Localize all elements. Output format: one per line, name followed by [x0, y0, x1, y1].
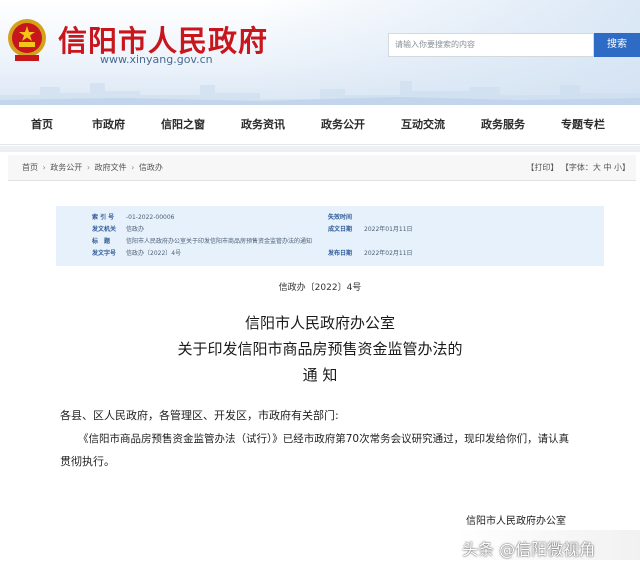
meta-issuer-value: 信政办 — [126, 226, 145, 233]
nav-item-interaction[interactable]: 互动交流 — [401, 105, 445, 145]
document-title-line1: 信阳市人民政府办公室 — [244, 314, 395, 332]
meta-published-value: 2022年02月11日 — [364, 250, 413, 257]
meta-row: 索 引 号 -01-2022-00006 失效时间 — [56, 212, 604, 224]
meta-row: 标 题 信阳市人民政府办公室关于印发信阳市商品房预售资金监管办法的通知 — [56, 236, 604, 248]
document-signature: 信阳市人民政府办公室 — [466, 516, 566, 527]
breadcrumb-government-files[interactable]: 政府文件 — [95, 163, 127, 172]
document-title-line3: 通 知 — [302, 366, 338, 384]
document-meta-table: 索 引 号 -01-2022-00006 失效时间 发文机关 信政办 成文日期 … — [56, 206, 604, 266]
meta-expire-label: 失效时间 — [328, 214, 353, 221]
meta-index-label: 索 引 号 — [92, 214, 115, 221]
breadcrumb: 首页 › 政务公开 › 政府文件 › 信政办 【打印】 【字体：大 中 小】 — [8, 155, 636, 181]
nav-item-government-news[interactable]: 政务资讯 — [241, 105, 285, 145]
meta-issuer-label: 发文机关 — [92, 226, 117, 233]
nav-item-xinyang-window[interactable]: 信阳之窗 — [161, 105, 205, 145]
section-divider — [0, 146, 640, 152]
meta-created-value: 2022年01月11日 — [364, 226, 413, 233]
nav-item-city-government[interactable]: 市政府 — [92, 105, 125, 145]
document-number: 信政办〔2022〕4号 — [278, 283, 362, 293]
nav-item-government-disclosure[interactable]: 政务公开 — [321, 105, 365, 145]
meta-created-label: 成文日期 — [328, 226, 353, 233]
search-button[interactable]: 搜索 — [594, 33, 640, 57]
nav-item-government-services[interactable]: 政务服务 — [481, 105, 525, 145]
print-link[interactable]: 【打印】 — [526, 163, 558, 172]
breadcrumb-separator: › — [86, 163, 91, 172]
breadcrumb-disclosure[interactable]: 政务公开 — [50, 163, 82, 172]
meta-subject-value: 信阳市人民政府办公室关于印发信阳市商品房预售资金监管办法的通知 — [126, 238, 313, 245]
meta-subject-label: 标 题 — [92, 238, 111, 245]
meta-row: 发文机关 信政办 成文日期 2022年01月11日 — [56, 224, 604, 236]
meta-docnum-value: 信政办〔2022〕4号 — [126, 250, 182, 257]
breadcrumb-xinzhengban[interactable]: 信政办 — [139, 163, 163, 172]
meta-docnum-label: 发文字号 — [92, 250, 117, 257]
breadcrumb-separator: › — [131, 163, 135, 172]
font-size-control[interactable]: 【字体：大 中 小】 — [561, 163, 630, 172]
document-paragraph-line: 贯彻执行。 — [60, 455, 115, 468]
meta-index-value: -01-2022-00006 — [126, 214, 175, 221]
document-salutation: 各县、区人民政府，各管理区、开发区，市政府有关部门: — [60, 409, 339, 422]
meta-published-label: 发布日期 — [328, 250, 353, 257]
nav-item-special-topics[interactable]: 专题专栏 — [561, 105, 605, 145]
search-input[interactable]: 请输入你要搜索的内容 — [388, 33, 594, 57]
breadcrumb-home[interactable]: 首页 — [22, 163, 38, 172]
site-url: www.xinyang.gov.cn — [100, 53, 213, 66]
site-header: 信阳市人民政府 www.xinyang.gov.cn 请输入你要搜索的内容 搜索 — [0, 0, 640, 105]
watermark: 头条 @信阳微视角 — [462, 540, 596, 559]
document-title-line2: 关于印发信阳市商品房预售资金监管办法的 — [177, 340, 463, 358]
nav-item-home[interactable]: 首页 — [31, 105, 53, 145]
city-skyline-banner — [0, 81, 640, 105]
main-nav: 首页 市政府 信阳之窗 政务资讯 政务公开 互动交流 政务服务 专题专栏 — [0, 105, 640, 145]
document-paragraph-line: 《信阳市商品房预售资金监管办法（试行）》已经市政府第70次常务会议研究通过，现印… — [78, 433, 570, 445]
breadcrumb-separator: › — [42, 163, 46, 172]
meta-row: 发文字号 信政办〔2022〕4号 发布日期 2022年02月11日 — [56, 248, 604, 260]
national-emblem-icon — [8, 19, 46, 61]
